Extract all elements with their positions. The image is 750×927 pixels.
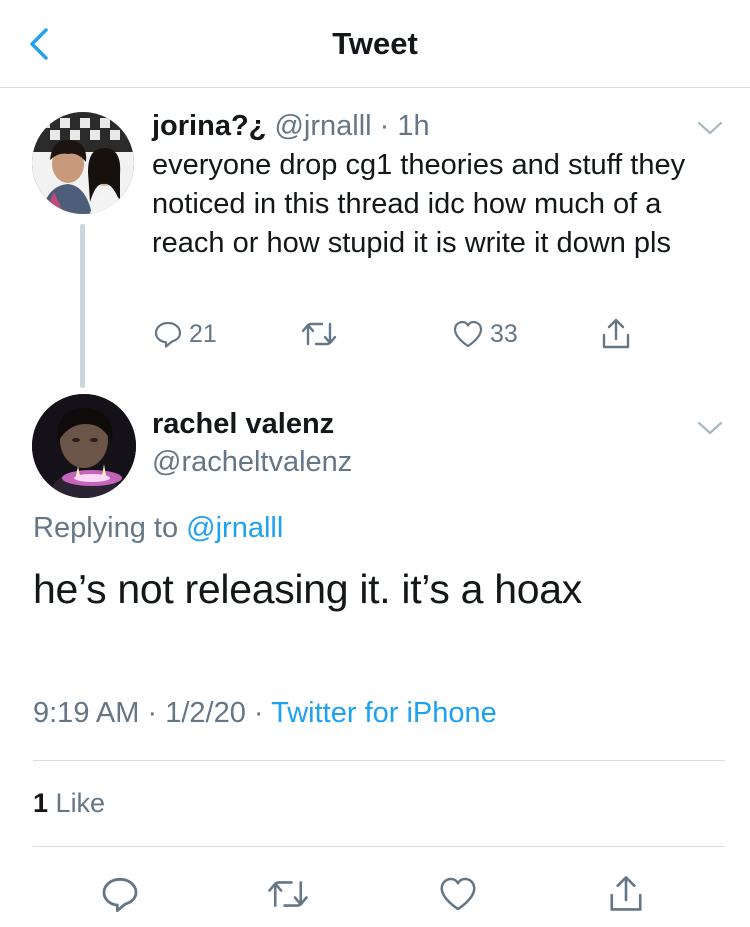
- like-icon: [453, 320, 483, 348]
- tweet-action-bar: [0, 866, 750, 922]
- avatar[interactable]: [32, 112, 134, 214]
- username[interactable]: @racheltvalenz: [152, 446, 352, 479]
- replying-to-line: Replying to @jrnalll: [33, 512, 283, 545]
- share-button[interactable]: [600, 314, 632, 354]
- reply-count: 21: [189, 319, 217, 348]
- reply-button[interactable]: 21: [153, 314, 217, 354]
- chevron-down-icon: [697, 121, 723, 135]
- retweet-icon: [301, 322, 337, 346]
- likes-count: 1: [33, 788, 49, 818]
- parent-tweet-header: jorina?¿ @jrnalll · 1h: [152, 110, 430, 143]
- divider: [33, 846, 725, 847]
- reply-icon: [102, 877, 138, 913]
- replying-to-link[interactable]: @jrnalll: [186, 512, 283, 544]
- share-icon: [602, 318, 630, 349]
- tweet-metadata: 9:19 AM · 1/2/20 · Twitter for iPhone: [33, 697, 497, 730]
- tweet-source-link[interactable]: Twitter for iPhone: [271, 697, 497, 729]
- username[interactable]: @jrnalll: [274, 110, 371, 142]
- tweet-time: 9:19 AM: [33, 697, 140, 729]
- like-count: 33: [490, 319, 518, 348]
- share-icon: [610, 876, 642, 911]
- tweet-options-button[interactable]: [696, 418, 724, 438]
- tweet-options-button[interactable]: [696, 118, 724, 138]
- reply-button[interactable]: [92, 866, 148, 922]
- display-name[interactable]: rachel valenz: [152, 408, 334, 441]
- meta-separator: ·: [379, 110, 390, 142]
- retweet-button[interactable]: [260, 866, 316, 922]
- meta-separator: ·: [147, 697, 158, 729]
- retweet-icon: [268, 881, 308, 907]
- replying-to-label: Replying to: [33, 512, 179, 544]
- likes-summary[interactable]: 1 Like: [33, 788, 105, 819]
- like-button[interactable]: [430, 866, 486, 922]
- tweet-text: he’s not releasing it. it’s a hoax: [33, 566, 582, 612]
- avatar[interactable]: [32, 394, 136, 498]
- divider: [33, 760, 725, 761]
- timestamp: 1h: [397, 110, 430, 142]
- meta-separator: ·: [253, 697, 264, 729]
- likes-label: Like: [55, 788, 106, 818]
- tweet-date: 1/2/20: [165, 697, 246, 729]
- share-button[interactable]: [598, 866, 654, 922]
- parent-tweet-actions: 21 33: [0, 314, 750, 354]
- display-name[interactable]: jorina?¿: [152, 110, 266, 142]
- thread-connector: [80, 224, 85, 388]
- chevron-down-icon: [697, 421, 723, 435]
- parent-tweet-text: everyone drop cg1 theories and stuff the…: [152, 149, 686, 259]
- page-title: Tweet: [332, 26, 418, 61]
- retweet-button[interactable]: [300, 314, 338, 354]
- like-icon: [440, 877, 476, 911]
- like-button[interactable]: 33: [452, 314, 518, 354]
- reply-icon: [154, 321, 182, 348]
- navigation-bar: Tweet: [0, 0, 750, 88]
